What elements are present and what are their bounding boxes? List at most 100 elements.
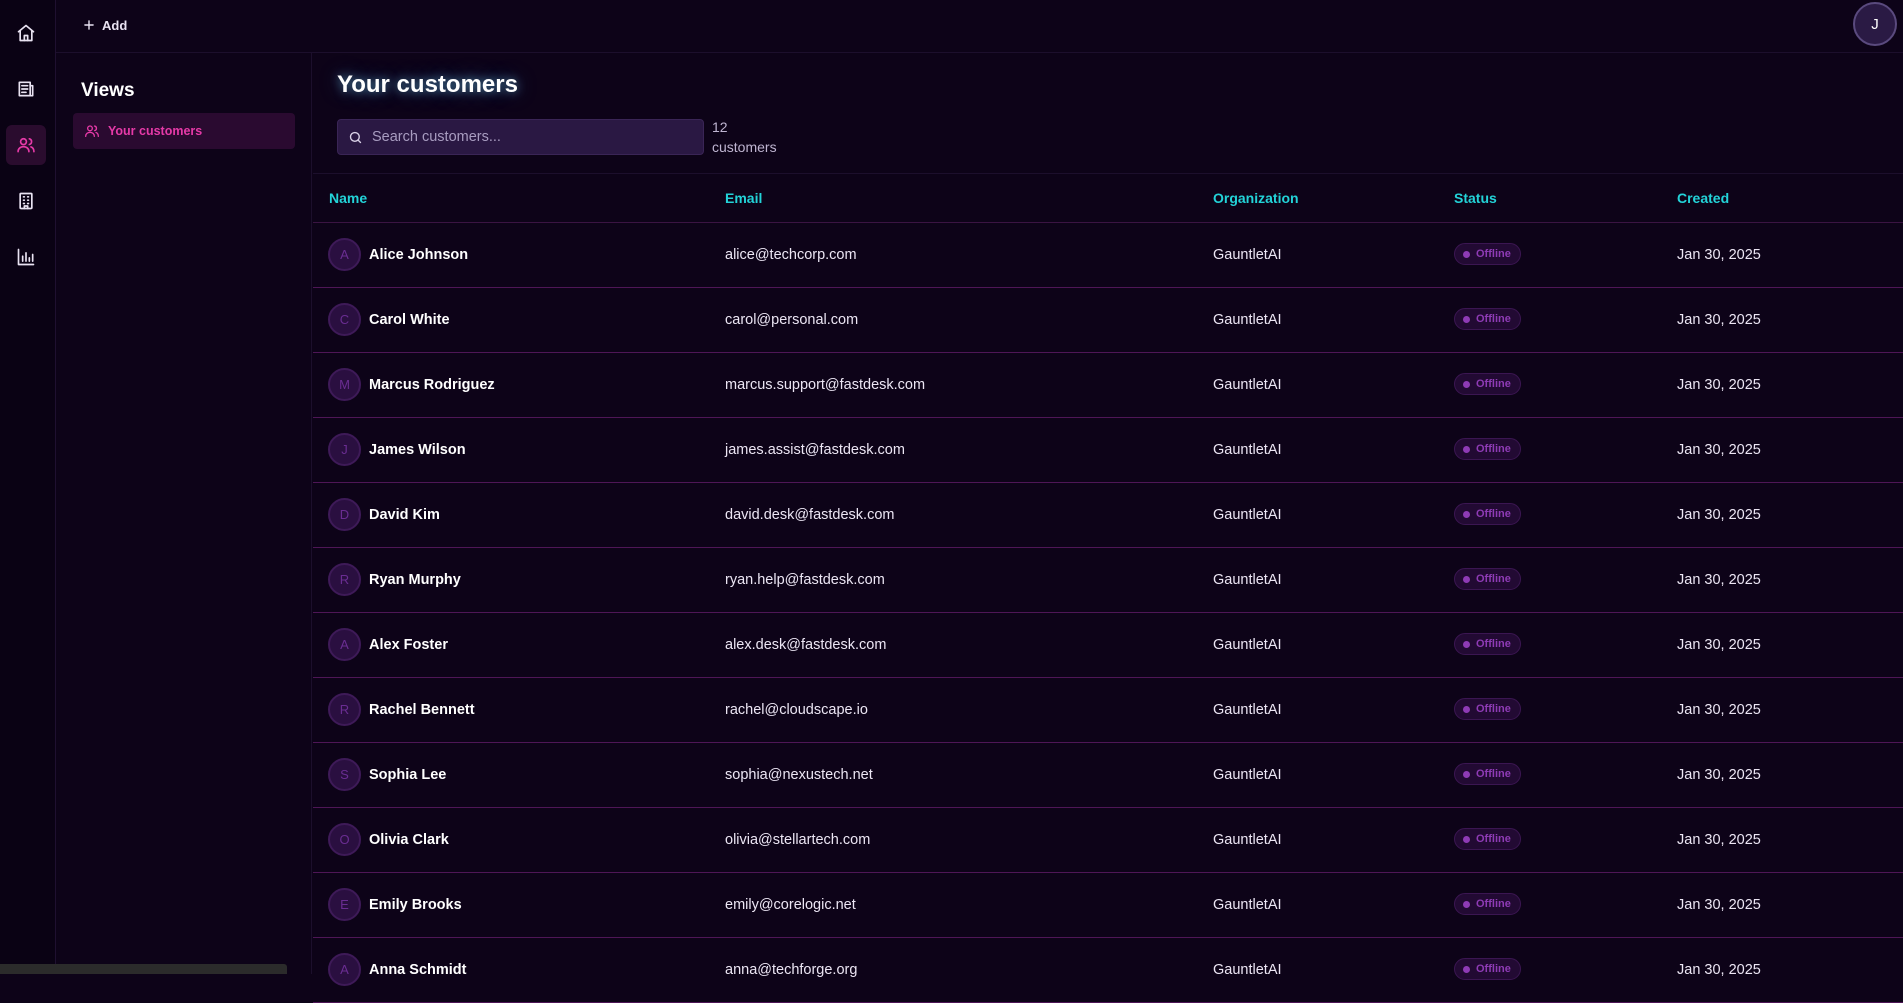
status-badge: Offline <box>1454 503 1521 525</box>
customer-email: rachel@cloudscape.io <box>725 702 868 718</box>
status-dot-icon <box>1463 901 1470 908</box>
status-badge: Offline <box>1454 698 1521 720</box>
customer-count-label: customers <box>712 137 777 157</box>
status-label: Offline <box>1476 378 1511 390</box>
customer-email: olivia@stellartech.com <box>725 832 870 848</box>
status-dot-icon <box>1463 316 1470 323</box>
table-row[interactable]: O Olivia Clark olivia@stellartech.com Gaunt… <box>313 808 1903 873</box>
status-dot-icon <box>1463 251 1470 258</box>
status-badge: Offline <box>1454 958 1521 980</box>
table-row[interactable]: SSophia Leesophia@nexustech.netGauntletA… <box>313 743 1903 808</box>
customer-created-date: Jan 30, 2025 <box>1677 247 1761 263</box>
customer-avatar: O <box>328 823 361 856</box>
organizations-button[interactable] <box>6 181 46 221</box>
table-row[interactable]: CCarol Whitecarol@personal.comGauntletAI… <box>313 288 1903 353</box>
customer-created-date: Jan 30, 2025 <box>1677 767 1761 783</box>
customer-name[interactable]: Sophia Lee <box>369 767 446 783</box>
status-label: Offline <box>1476 573 1511 585</box>
table-row[interactable]: RRachel Bennettrachel@cloudscape.ioGaunt… <box>313 678 1903 743</box>
customer-created-date: Jan 30, 2025 <box>1677 572 1761 588</box>
customer-name[interactable]: Emily Brooks <box>369 897 462 913</box>
table-row[interactable]: JJames Wilsonjames.assist@fastdesk.comGa… <box>313 418 1903 483</box>
customer-organization: GauntletAI <box>1213 767 1282 783</box>
customer-name[interactable]: Rachel Bennett <box>369 702 475 718</box>
analytics-button[interactable] <box>6 237 46 277</box>
customer-email: david.desk@fastdesk.com <box>725 507 894 523</box>
customer-created-date: Jan 30, 2025 <box>1677 832 1761 848</box>
column-header-organization[interactable]: Organization <box>1213 190 1299 206</box>
table-row[interactable]: AAlex Fosteralex.desk@fastdesk.comGauntl… <box>313 613 1903 678</box>
status-dot-icon <box>1463 771 1470 778</box>
add-button[interactable]: Add <box>76 12 133 38</box>
status-dot-icon <box>1463 836 1470 843</box>
customer-name[interactable]: Carol White <box>369 312 450 328</box>
status-dot-icon <box>1463 511 1470 518</box>
customer-avatar: M <box>328 368 361 401</box>
view-item-your-customers[interactable]: Your customers <box>73 113 295 149</box>
status-dot-icon <box>1463 706 1470 713</box>
column-header-name[interactable]: Name <box>329 190 367 206</box>
status-badge: Offline <box>1454 828 1521 850</box>
customer-created-date: Jan 30, 2025 <box>1677 637 1761 653</box>
search-input[interactable] <box>372 129 692 145</box>
customer-avatar: C <box>328 303 361 336</box>
customer-created-date: Jan 30, 2025 <box>1677 442 1761 458</box>
customer-email: emily@corelogic.net <box>725 897 856 913</box>
customer-avatar: E <box>328 888 361 921</box>
table-row[interactable]: MMarcus Rodriguezmarcus.support@fastdesk… <box>313 353 1903 418</box>
status-label: Offline <box>1476 833 1511 845</box>
main-content: Your customers 12 customers Name Email O… <box>313 53 1903 974</box>
home-icon <box>16 23 36 43</box>
users-icon <box>84 123 100 139</box>
table-row[interactable]: DDavid Kimdavid.desk@fastdesk.comGauntle… <box>313 483 1903 548</box>
status-label: Offline <box>1476 898 1511 910</box>
customers-button[interactable] <box>6 125 46 165</box>
status-label: Offline <box>1476 248 1511 260</box>
customer-avatar: R <box>328 693 361 726</box>
customer-created-date: Jan 30, 2025 <box>1677 962 1761 978</box>
home-button[interactable] <box>6 13 46 53</box>
customer-name[interactable]: David Kim <box>369 507 440 523</box>
status-dot-icon <box>1463 641 1470 648</box>
status-badge: Offline <box>1454 243 1521 265</box>
page-title: Your customers <box>337 71 518 99</box>
user-avatar[interactable]: J <box>1853 2 1897 46</box>
table-row[interactable]: EEmily Brooksemily@corelogic.netGauntlet… <box>313 873 1903 938</box>
customer-table-body: AAlice Johnsonalice@techcorp.comGauntlet… <box>313 223 1903 1003</box>
customer-name[interactable]: Alex Foster <box>369 637 448 653</box>
search-icon <box>348 130 363 145</box>
customer-email: james.assist@fastdesk.com <box>725 442 905 458</box>
customer-email: sophia@nexustech.net <box>725 767 873 783</box>
view-item-label: Your customers <box>108 124 202 138</box>
customer-organization: GauntletAI <box>1213 377 1282 393</box>
customer-email: carol@personal.com <box>725 312 858 328</box>
customer-name[interactable]: Marcus Rodriguez <box>369 377 495 393</box>
column-header-email[interactable]: Email <box>725 190 762 206</box>
customer-organization: GauntletAI <box>1213 832 1282 848</box>
icon-rail <box>0 0 56 974</box>
status-badge: Offline <box>1454 568 1521 590</box>
table-row[interactable]: AAnna Schmidtanna@techforge.orgGauntletA… <box>313 938 1903 1003</box>
status-label: Offline <box>1476 443 1511 455</box>
customer-organization: GauntletAI <box>1213 637 1282 653</box>
customer-name[interactable]: Anna Schmidt <box>369 962 466 978</box>
customer-email: anna@techforge.org <box>725 962 857 978</box>
customer-name[interactable]: Ryan Murphy <box>369 572 461 588</box>
customer-name[interactable]: Alice Johnson <box>369 247 468 263</box>
building-icon <box>16 191 36 211</box>
customer-count-number: 12 <box>712 117 777 137</box>
tickets-button[interactable] <box>6 69 46 109</box>
customer-organization: GauntletAI <box>1213 507 1282 523</box>
table-row[interactable]: RRyan Murphyryan.help@fastdesk.comGauntl… <box>313 548 1903 613</box>
search-box <box>337 119 704 155</box>
browser-status-bar <box>0 964 287 974</box>
customer-name[interactable]: James Wilson <box>369 442 466 458</box>
customer-name[interactable]: Olivia Clark <box>369 832 449 848</box>
column-header-created[interactable]: Created <box>1677 190 1729 206</box>
status-label: Offline <box>1476 313 1511 325</box>
customer-email: ryan.help@fastdesk.com <box>725 572 885 588</box>
column-header-status[interactable]: Status <box>1454 190 1497 206</box>
status-badge: Offline <box>1454 308 1521 330</box>
customer-created-date: Jan 30, 2025 <box>1677 312 1761 328</box>
table-row[interactable]: AAlice Johnsonalice@techcorp.comGauntlet… <box>313 223 1903 288</box>
